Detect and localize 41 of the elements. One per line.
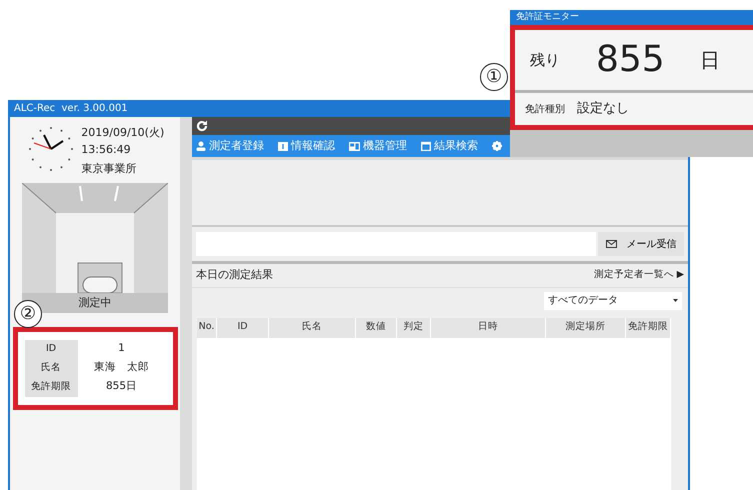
office-name: 東京事業所 <box>81 160 138 177</box>
info-value: 855日 <box>104 379 138 394</box>
column-header: 数値 <box>356 318 397 338</box>
callout-number: ① <box>480 63 508 91</box>
license-type-value: 設定なし <box>577 100 629 118</box>
mail-button[interactable]: メール受信 <box>598 232 684 256</box>
card-icon <box>278 142 288 150</box>
license-type-label: 免許種別 <box>525 102 565 116</box>
column-header: 判定 <box>397 318 431 338</box>
column-header: 氏名 <box>269 318 356 338</box>
gear-icon <box>492 141 502 151</box>
nav-item[interactable]: 結果検索 <box>421 138 478 154</box>
time-text: 13:56:49 <box>81 142 132 158</box>
unit-label: 日 <box>700 47 720 74</box>
column-header: No. <box>197 318 217 338</box>
calendar-icon <box>421 141 431 151</box>
filter-dropdown[interactable]: すべてのデータ <box>544 292 682 310</box>
remaining-label: 残り <box>530 50 561 71</box>
section-title: 本日の測定結果 <box>196 267 273 283</box>
window-title: 免許証モニター <box>510 10 753 25</box>
envelope-icon <box>606 240 616 248</box>
column-header: 免許期限 <box>626 318 671 338</box>
info-value: 東海 太郎 <box>93 360 150 376</box>
info-label: 免許期限 <box>24 378 78 397</box>
person-icon <box>196 141 206 151</box>
remaining-value: 855 <box>596 42 666 78</box>
info-label: ID <box>24 340 78 359</box>
nav-item[interactable]: 測定者登録 <box>196 138 264 154</box>
nav-item[interactable]: 機器管理 <box>349 138 407 154</box>
nav-item[interactable]: 情報確認 <box>278 138 335 154</box>
schedule-link[interactable]: 測定予定者一覧へ ▶ <box>594 268 684 282</box>
nav-item[interactable] <box>492 141 502 151</box>
column-header: 測定場所 <box>546 318 626 338</box>
info-label: 氏名 <box>24 358 78 378</box>
caret-icon <box>673 299 678 302</box>
info-value: 1 <box>117 341 126 356</box>
refresh-icon[interactable] <box>196 120 208 132</box>
device-icon <box>349 142 360 150</box>
column-header: 日時 <box>431 318 546 338</box>
date-text: 2019/09/10(火) <box>81 125 164 141</box>
column-header: ID <box>217 318 269 338</box>
